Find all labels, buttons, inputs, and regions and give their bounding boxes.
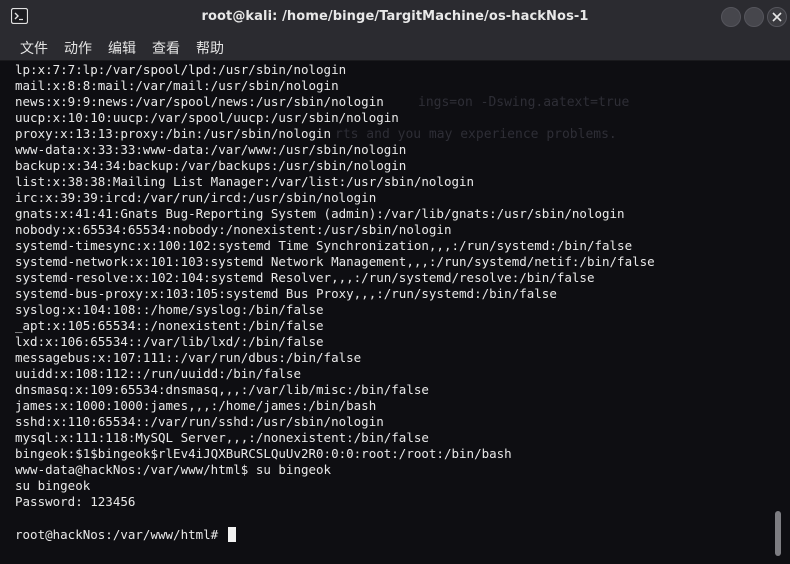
title-bar[interactable]: root@kali: /home/binge/TargitMachine/os-…	[0, 0, 790, 34]
terminal-line: www-data@hackNos:/var/www/html$ su binge…	[15, 462, 332, 477]
terminal-output[interactable]: ings=on -Dswing.aatext=true rts and you …	[0, 61, 790, 564]
terminal-line: mail:x:8:8:mail:/var/mail:/usr/sbin/nolo…	[15, 78, 339, 93]
prompt-text: root@hackNos:/var/www/html#	[15, 527, 226, 542]
terminal-line: dnsmasq:x:109:65534:dnsmasq,,,:/var/lib/…	[15, 382, 429, 397]
window-title: root@kali: /home/binge/TargitMachine/os-…	[201, 9, 589, 24]
terminal-line: news:x:9:9:news:/var/spool/news:/usr/sbi…	[15, 94, 384, 109]
text-cursor	[227, 527, 236, 542]
menu-action[interactable]: 动作	[62, 37, 94, 59]
terminal-line: bingeok:$1$bingeok$rlEv4iJQXBuRCSLQuUv2R…	[15, 446, 512, 461]
scrollbar-thumb[interactable]	[775, 511, 781, 556]
menu-view[interactable]: 查看	[150, 37, 182, 59]
minimize-button[interactable]	[721, 7, 741, 27]
close-button[interactable]	[767, 7, 787, 27]
terminal-line: mysql:x:111:118:MySQL Server,,,:/nonexis…	[15, 430, 429, 445]
terminal-line: syslog:x:104:108::/home/syslog:/bin/fals…	[15, 302, 324, 317]
maximize-button[interactable]	[744, 7, 764, 27]
terminal-line: backup:x:34:34:backup:/var/backups:/usr/…	[15, 158, 407, 173]
terminal-line: _apt:x:105:65534::/nonexistent:/bin/fals…	[15, 318, 324, 333]
terminal-line: irc:x:39:39:ircd:/var/run/ircd:/usr/sbin…	[15, 190, 377, 205]
menu-file[interactable]: 文件	[18, 37, 50, 59]
close-icon	[772, 12, 782, 22]
terminal-line: systemd-network:x:101:103:systemd Networ…	[15, 254, 655, 269]
terminal-line: Password: 123456	[15, 494, 136, 509]
menu-edit[interactable]: 编辑	[106, 37, 138, 59]
terminal-line: su bingeok	[15, 478, 91, 493]
terminal-line: www-data:x:33:33:www-data:/var/www:/usr/…	[15, 142, 407, 157]
terminal-line: sshd:x:110:65534::/var/run/sshd:/usr/sbi…	[15, 414, 384, 429]
terminal-window: root@kali: /home/binge/TargitMachine/os-…	[0, 0, 790, 564]
terminal-line: uuidd:x:108:112::/run/uuidd:/bin/false	[15, 366, 301, 381]
terminal-line: systemd-timesync:x:100:102:systemd Time …	[15, 238, 633, 253]
terminal-line: messagebus:x:107:111::/var/run/dbus:/bin…	[15, 350, 362, 365]
terminal-line: systemd-resolve:x:102:104:systemd Resolv…	[15, 270, 595, 285]
terminal-line: proxy:x:13:13:proxy:/bin:/usr/sbin/nolog…	[15, 126, 332, 141]
terminal-line: lxd:x:106:65534::/var/lib/lxd/:/bin/fals…	[15, 334, 324, 349]
terminal-lines: lp:x:7:7:lp:/var/spool/lpd:/usr/sbin/nol…	[15, 62, 655, 510]
terminal-line: list:x:38:38:Mailing List Manager:/var/l…	[15, 174, 475, 189]
menu-help[interactable]: 帮助	[194, 37, 226, 59]
terminal-line: james:x:1000:1000:james,,,:/home/james:/…	[15, 398, 377, 413]
terminal-line: nobody:x:65534:65534:nobody:/nonexistent…	[15, 222, 452, 237]
terminal-line: uucp:x:10:10:uucp:/var/spool/uucp:/usr/s…	[15, 110, 399, 125]
terminal-line: lp:x:7:7:lp:/var/spool/lpd:/usr/sbin/nol…	[15, 62, 347, 77]
menu-bar: 文件 动作 编辑 查看 帮助	[0, 34, 790, 61]
terminal-line: systemd-bus-proxy:x:103:105:systemd Bus …	[15, 286, 557, 301]
terminal-line: gnats:x:41:41:Gnats Bug-Reporting System…	[15, 206, 625, 221]
terminal-prompt[interactable]: root@hackNos:/var/www/html#	[15, 527, 236, 543]
